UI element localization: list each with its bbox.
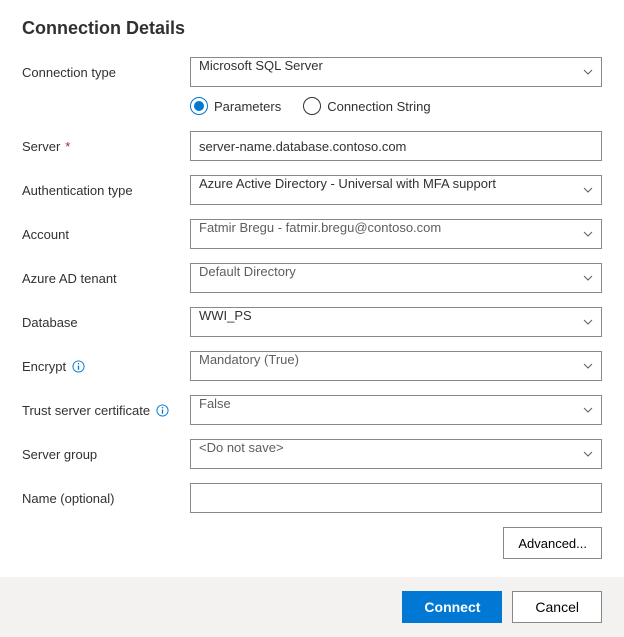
trust-cert-select[interactable]: False [190,395,602,425]
account-select[interactable]: Fatmir Bregu - fatmir.bregu@contoso.com [190,219,602,249]
label-database: Database [22,315,190,330]
radio-unchecked-icon [303,97,321,115]
page-title: Connection Details [22,18,602,39]
encrypt-select[interactable]: Mandatory (True) [190,351,602,381]
label-tenant: Azure AD tenant [22,271,190,286]
label-name: Name (optional) [22,491,190,506]
info-icon[interactable] [71,359,85,373]
server-input[interactable] [190,131,602,161]
cancel-button[interactable]: Cancel [512,591,602,623]
dialog-footer: Connect Cancel [0,577,624,637]
connection-type-select[interactable]: Microsoft SQL Server [190,57,602,87]
label-encrypt: Encrypt [22,359,66,374]
label-server-group: Server group [22,447,190,462]
radio-connection-string[interactable]: Connection String [303,97,430,115]
label-trust-cert: Trust server certificate [22,403,150,418]
tenant-select[interactable]: Default Directory [190,263,602,293]
radio-connection-string-label: Connection String [327,99,430,114]
radio-parameters[interactable]: Parameters [190,97,281,115]
server-group-select[interactable]: <Do not save> [190,439,602,469]
connect-button[interactable]: Connect [402,591,502,623]
label-connection-type: Connection type [22,65,190,80]
label-server: Server [22,139,60,154]
label-auth-type: Authentication type [22,183,190,198]
auth-type-select[interactable]: Azure Active Directory - Universal with … [190,175,602,205]
name-input[interactable] [190,483,602,513]
info-icon[interactable] [155,403,169,417]
advanced-button[interactable]: Advanced... [503,527,602,559]
label-account: Account [22,227,190,242]
required-marker: * [65,139,70,154]
radio-parameters-label: Parameters [214,99,281,114]
radio-checked-icon [190,97,208,115]
database-select[interactable]: WWI_PS [190,307,602,337]
